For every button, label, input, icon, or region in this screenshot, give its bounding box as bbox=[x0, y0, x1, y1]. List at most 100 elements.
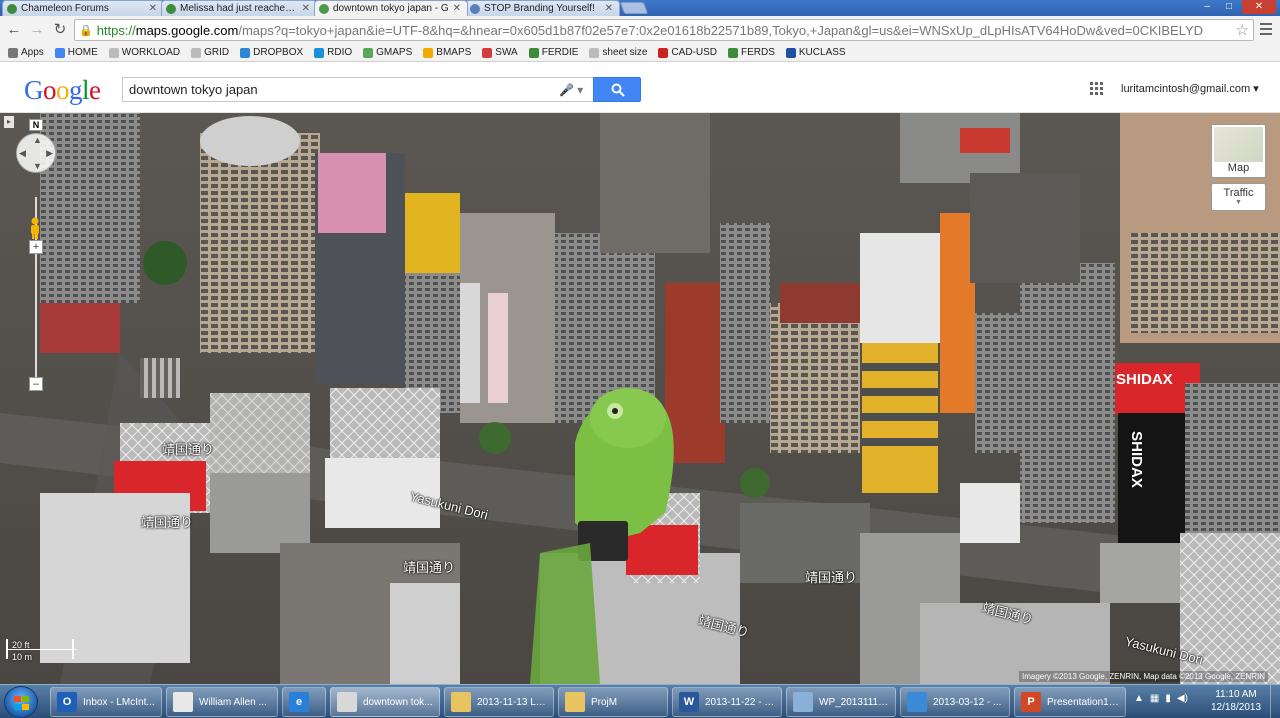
favicon-icon bbox=[7, 3, 17, 14]
taskbar-item[interactable]: O Inbox - LMcInt... bbox=[50, 687, 162, 717]
screen: Chameleon Forums ✕ Melissa had just reac… bbox=[0, 0, 1280, 718]
pan-up-icon[interactable]: ▲ bbox=[33, 135, 42, 145]
bookmark-icon bbox=[363, 47, 374, 58]
forward-arrow-icon[interactable]: → bbox=[28, 21, 46, 39]
signal-icon[interactable]: ▮ bbox=[1165, 693, 1171, 704]
tab-downtown-tokyo[interactable]: downtown tokyo japan - G ✕ bbox=[314, 0, 468, 16]
bookmark-grid[interactable]: GRID bbox=[191, 47, 229, 58]
search-input[interactable] bbox=[122, 77, 593, 102]
bookmark-swa[interactable]: SWA bbox=[482, 47, 518, 58]
taskbar-item[interactable]: 2013-11-13 LMB bbox=[444, 687, 554, 717]
taskbar-app-icon: W bbox=[679, 692, 699, 712]
tray-arrow-icon[interactable]: ▲ bbox=[1134, 693, 1144, 704]
bookmark-workload[interactable]: WORKLOAD bbox=[108, 47, 180, 58]
account-menu[interactable]: luritamcintosh@gmail.com ▾ bbox=[1121, 82, 1259, 95]
chrome-menu-icon[interactable] bbox=[1260, 23, 1272, 35]
bookmark-icon bbox=[528, 47, 539, 58]
pan-right-icon[interactable]: ▶ bbox=[46, 148, 53, 159]
taskbar-app-icon bbox=[451, 692, 471, 712]
map-thumbnail bbox=[1214, 127, 1263, 162]
close-tab-icon[interactable]: ✕ bbox=[302, 3, 310, 14]
network-icon[interactable]: ▦ bbox=[1150, 693, 1159, 704]
bookmark-icon bbox=[785, 47, 796, 58]
system-tray[interactable]: ▲ ▦ ▮ ◀) bbox=[1134, 693, 1194, 704]
url-path: /maps?q=tokyo+japan&ie=UTF-8&hq=&hnear=0… bbox=[238, 22, 1204, 38]
tab-chameleon-forums[interactable]: Chameleon Forums ✕ bbox=[2, 0, 164, 16]
bookmark-bmaps[interactable]: BMAPS bbox=[423, 47, 471, 58]
maximize-button[interactable]: □ bbox=[1218, 0, 1240, 14]
taskbar-app-icon bbox=[173, 692, 193, 712]
close-tab-icon[interactable]: ✕ bbox=[605, 3, 613, 14]
taskbar-item[interactable]: downtown tok... bbox=[330, 687, 440, 717]
tab-melissa[interactable]: Melissa had just reached 2 ✕ bbox=[161, 0, 317, 16]
taskbar-item[interactable]: WP_20131113_... bbox=[786, 687, 896, 717]
bookmark-ferds[interactable]: FERDS bbox=[727, 47, 775, 58]
url-host: maps.google.com bbox=[135, 22, 239, 38]
bookmark-icon bbox=[8, 47, 18, 58]
show-desktop-button[interactable] bbox=[1270, 685, 1280, 718]
windows-logo-icon bbox=[14, 696, 29, 710]
start-button[interactable] bbox=[4, 686, 38, 718]
road-label: 靖国通り bbox=[162, 442, 215, 457]
taskbar-app-icon bbox=[793, 692, 813, 712]
pegman-icon[interactable] bbox=[28, 217, 42, 239]
taskbar-item[interactable]: William Allen ... bbox=[166, 687, 278, 717]
bookmark-home[interactable]: HOME bbox=[54, 47, 98, 58]
bookmark-sheet-size[interactable]: sheet size bbox=[589, 47, 647, 58]
new-tab-button[interactable] bbox=[619, 2, 649, 14]
tab-stop-branding[interactable]: STOP Branding Yourself! ✕ bbox=[465, 0, 620, 16]
taskbar-item[interactable]: P Presentation1 ... bbox=[1014, 687, 1126, 717]
taskbar-app-icon bbox=[565, 692, 585, 712]
google-logo[interactable]: Google bbox=[24, 75, 101, 106]
taskbar-item[interactable]: W 2013-11-22 - Li... bbox=[672, 687, 782, 717]
browser-tab-strip: Chameleon Forums ✕ Melissa had just reac… bbox=[0, 0, 1280, 16]
bookmark-dropbox[interactable]: DROPBOX bbox=[240, 47, 303, 58]
taskbar-app-icon: e bbox=[289, 692, 309, 712]
bookmark-icon bbox=[482, 47, 493, 58]
apps-grid-icon[interactable] bbox=[1090, 82, 1103, 95]
bookmark-star-icon[interactable]: ☆ bbox=[1236, 21, 1249, 39]
zoom-out-button[interactable]: – bbox=[29, 377, 43, 391]
taskbar-item[interactable]: e bbox=[282, 687, 326, 717]
maps-favicon-icon bbox=[319, 3, 329, 14]
taskbar-app-icon bbox=[337, 692, 357, 712]
taskbar-item[interactable]: 2013-03-12 - ... bbox=[900, 687, 1010, 717]
address-bar[interactable]: 🔒 https:// maps.google.com/maps?q=tokyo+… bbox=[74, 19, 1254, 41]
chevron-down-icon: ▼ bbox=[1235, 199, 1242, 206]
bookmarks-bar: Apps HOME WORKLOAD GRID DROPBOX RDIO GMAPS BMAP… bbox=[0, 44, 1280, 62]
satellite-map[interactable]: 靖国通り 靖国通り Yasukuni Dori 靖国通り 靖国通り 靖国通り 靖… bbox=[0, 113, 1280, 684]
road-label: 靖国通り bbox=[141, 515, 194, 530]
map-type-button[interactable]: Map bbox=[1211, 124, 1266, 178]
volume-icon[interactable]: ◀) bbox=[1177, 693, 1188, 704]
bookmark-kuclass[interactable]: KUCLASS bbox=[785, 47, 846, 58]
road-label: 靖国通り bbox=[403, 560, 456, 575]
taskbar-item[interactable]: ProjM bbox=[558, 687, 668, 717]
bookmark-icon bbox=[314, 47, 325, 58]
clock[interactable]: 11:10 AM 12/18/2013 bbox=[1210, 688, 1262, 714]
north-indicator-icon[interactable]: N bbox=[29, 119, 43, 131]
taskbar-app-icon: O bbox=[57, 692, 77, 712]
close-tab-icon[interactable]: ✕ bbox=[149, 3, 157, 14]
zoom-in-button[interactable]: + bbox=[29, 240, 43, 254]
bookmark-cad-usd[interactable]: CAD-USD bbox=[658, 47, 717, 58]
collapse-panel-arrow-icon[interactable]: ▸ bbox=[4, 116, 14, 128]
favicon-icon bbox=[166, 3, 176, 14]
minimize-button[interactable]: – bbox=[1196, 0, 1218, 14]
pan-control[interactable]: ▲ ▼ ◀ ▶ bbox=[16, 133, 56, 173]
close-tab-icon[interactable]: ✕ bbox=[453, 3, 461, 14]
bookmark-gmaps[interactable]: GMAPS bbox=[363, 47, 412, 58]
back-arrow-icon[interactable]: ← bbox=[5, 21, 23, 39]
bookmark-rdio[interactable]: RDIO bbox=[314, 47, 352, 58]
bookmark-ferdie[interactable]: FERDIE bbox=[528, 47, 578, 58]
traffic-button[interactable]: Traffic ▼ bbox=[1211, 183, 1266, 211]
search-button[interactable] bbox=[593, 77, 641, 102]
windows-taskbar: O Inbox - LMcInt... William Allen ... e down… bbox=[0, 684, 1280, 718]
close-window-button[interactable]: ✕ bbox=[1242, 0, 1276, 14]
microphone-icon[interactable]: 🎤 ▾ bbox=[559, 83, 583, 97]
bookmark-icon bbox=[108, 47, 119, 58]
google-header: Google 🎤 ▾ luritamcintosh@gmail.com ▾ bbox=[0, 62, 1280, 113]
pan-left-icon[interactable]: ◀ bbox=[19, 148, 26, 159]
bookmark-apps[interactable]: Apps bbox=[8, 47, 44, 58]
pan-down-icon[interactable]: ▼ bbox=[33, 161, 42, 171]
reload-icon[interactable]: ↻ bbox=[51, 21, 69, 39]
